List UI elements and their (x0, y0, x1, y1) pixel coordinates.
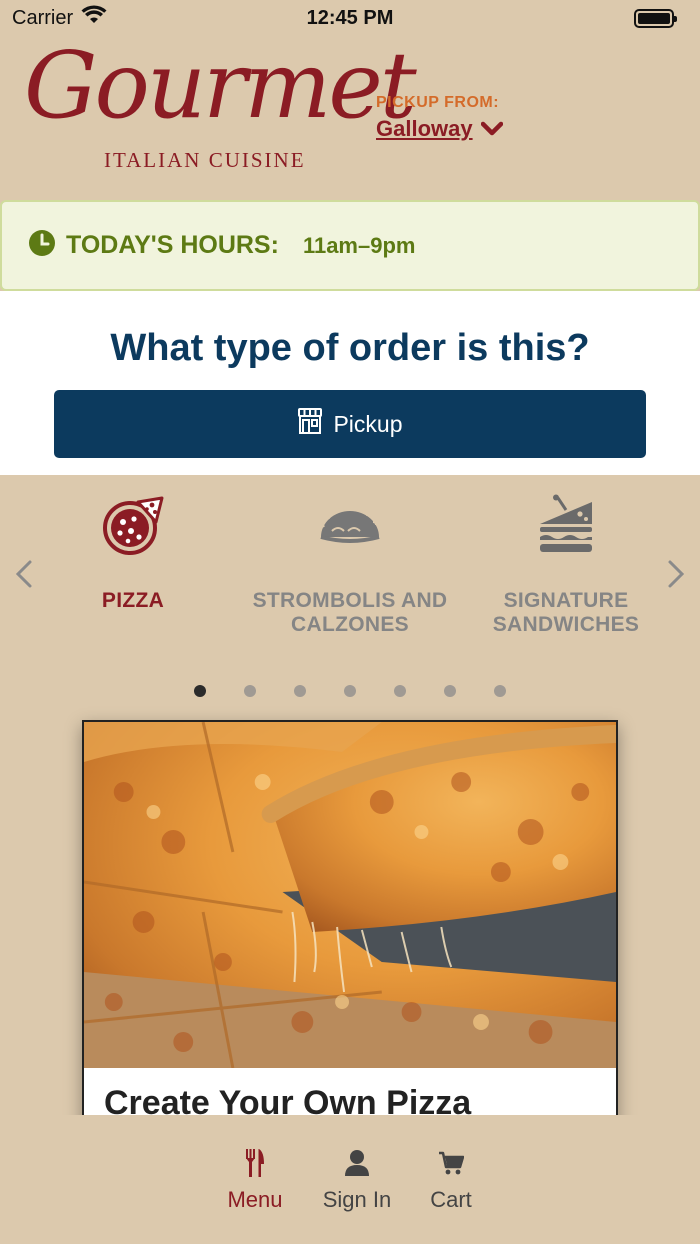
pagination-dot[interactable] (444, 685, 456, 697)
store-icon (297, 407, 323, 441)
status-bar: Carrier 12:45 PM (0, 0, 700, 36)
pickup-from-label: PICKUP FROM: (376, 94, 500, 111)
category-signature-sandwiches[interactable]: SIGNATURE SANDWICHES (456, 493, 676, 637)
chevron-down-icon[interactable] (480, 121, 503, 137)
pickup-button[interactable]: Pickup (54, 390, 646, 458)
hours-value: 11am–9pm (302, 232, 416, 258)
pizza-photo (84, 722, 616, 1068)
category-label: PIZZA (101, 589, 165, 612)
hours-label: TODAY'S HOURS: (66, 231, 279, 259)
status-left: Carrier (12, 5, 107, 31)
bottom-tab-bar: Menu Sign In Cart (0, 1115, 700, 1244)
logo-script: Gourmet (24, 32, 417, 139)
tab-label: Cart (430, 1187, 472, 1212)
fork-knife-icon (224, 1147, 286, 1179)
carrier-label: Carrier (12, 6, 74, 29)
tab-label: Menu (227, 1187, 283, 1212)
order-type-title: What type of order is this? (110, 327, 590, 369)
category-label: SIGNATURE SANDWICHES (492, 589, 640, 636)
chevron-right-icon (668, 560, 685, 588)
logo-subtitle: ITALIAN CUISINE (104, 148, 306, 172)
battery-icon (634, 8, 677, 28)
pickup-button-label: Pickup (333, 410, 403, 437)
calzone-icon (240, 493, 460, 557)
product-card[interactable]: Create Your Own Pizza (82, 720, 618, 1140)
category-strombolis-calzones[interactable]: STROMBOLIS AND CALZONES (240, 493, 460, 637)
user-icon (318, 1147, 396, 1179)
location-selector[interactable]: Galloway (376, 116, 503, 142)
pagination-dot[interactable] (494, 685, 506, 697)
category-label: STROMBOLIS AND CALZONES (252, 589, 448, 636)
location-name[interactable]: Galloway (376, 116, 473, 142)
carousel-pagination (0, 685, 700, 697)
pagination-dot[interactable] (194, 685, 206, 697)
wifi-icon (81, 5, 107, 31)
tab-label: Sign In (322, 1187, 392, 1212)
pagination-dot[interactable] (394, 685, 406, 697)
category-carousel: PIZZA STROMBOLIS AND CALZONES SIGNATURE … (0, 475, 700, 715)
hours-banner: TODAY'S HOURS: 11am–9pm (0, 200, 700, 291)
pagination-dot[interactable] (244, 685, 256, 697)
order-type-panel: What type of order is this? Pickup (0, 291, 700, 475)
carousel-next-arrow[interactable] (660, 559, 690, 589)
cart-icon (426, 1147, 476, 1179)
pagination-dot[interactable] (344, 685, 356, 697)
pizza-icon (23, 493, 243, 557)
sandwich-icon (456, 493, 676, 557)
header: Gourmet ITALIAN CUISINE PICKUP FROM: Gal… (0, 36, 700, 200)
tab-cart[interactable]: Cart (426, 1147, 476, 1213)
category-pizza[interactable]: PIZZA (23, 493, 243, 613)
clock-icon (28, 229, 56, 262)
tab-sign-in[interactable]: Sign In (318, 1147, 396, 1213)
logo[interactable]: Gourmet ITALIAN CUISINE (24, 40, 417, 196)
tab-menu[interactable]: Menu (224, 1147, 286, 1213)
pagination-dot[interactable] (294, 685, 306, 697)
